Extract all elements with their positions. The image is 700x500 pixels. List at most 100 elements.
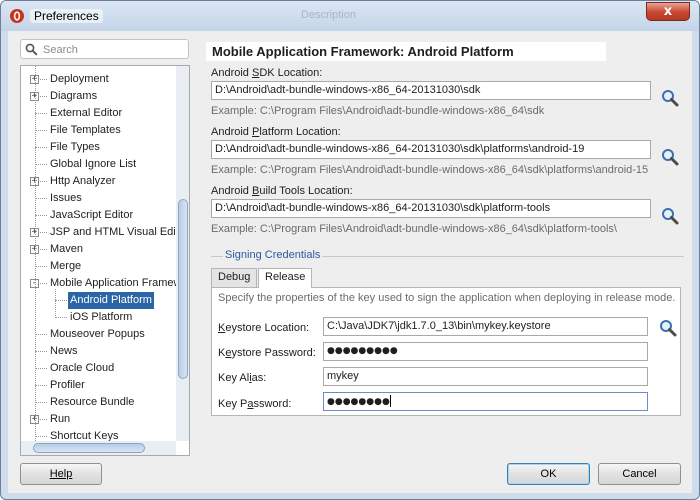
- label-part: uild Tools Location:: [259, 185, 353, 197]
- tree-item[interactable]: + JSP and HTML Visual Editor: [21, 224, 189, 241]
- tree-item[interactable]: + Deployment: [21, 71, 176, 88]
- tree-item[interactable]: + Run: [21, 411, 176, 428]
- release-tab-panel: Specify the properties of the key used t…: [211, 287, 681, 416]
- platform-location-input[interactable]: D:\Android\adt-bundle-windows-x86_64-201…: [211, 140, 651, 159]
- key-alias-label: Key Alias:: [218, 372, 266, 384]
- horizontal-scroll-thumb[interactable]: [33, 443, 145, 453]
- release-description: Specify the properties of the key used t…: [218, 292, 676, 304]
- preferences-tree: + Deployment + Diagrams External Editor File …: [20, 65, 190, 456]
- search-input[interactable]: [43, 42, 183, 57]
- label-part: Android: [211, 67, 252, 79]
- tree-item-label: File Types: [50, 141, 100, 153]
- tree-item[interactable]: + Diagrams: [21, 88, 176, 105]
- tree-item-label: JSP and HTML Visual Editor: [50, 226, 189, 238]
- tree-item-label: Diagrams: [50, 90, 98, 102]
- label-part: Key Al: [218, 372, 250, 384]
- tree-item[interactable]: Global Ignore List: [21, 156, 176, 173]
- sdk-example-text: Example: C:\Program Files\Android\adt-bu…: [211, 105, 545, 117]
- keystore-password-label: Keystore Password:: [218, 347, 316, 359]
- search-box[interactable]: [20, 39, 189, 59]
- tab-release[interactable]: Release: [258, 268, 313, 288]
- tree-item[interactable]: News: [21, 343, 176, 360]
- tree-item[interactable]: - Mobile Application Framework: [21, 275, 189, 292]
- tree-connector: [55, 317, 67, 318]
- tree-item[interactable]: iOS Platform: [21, 309, 176, 326]
- page-title: Mobile Application Framework: Android Pl…: [206, 42, 606, 61]
- tree-item-label: Mouseover Popups: [50, 328, 145, 340]
- keystore-password-input[interactable]: ●●●●●●●●●: [323, 342, 648, 361]
- label-part: ssword:: [253, 398, 292, 410]
- ok-button[interactable]: OK: [507, 463, 590, 485]
- tab-debug[interactable]: Debug: [211, 268, 258, 287]
- tree-connector: [35, 351, 47, 352]
- title-bar: Preferences Description x: [1, 1, 699, 31]
- tree-horizontal-scrollbar[interactable]: [21, 441, 176, 455]
- preferences-window: Preferences Description x +Deployment+Di…: [0, 0, 700, 500]
- tree-item-label: Run: [50, 413, 71, 425]
- window-title: Preferences: [30, 9, 103, 23]
- label-part: eystore Location:: [225, 322, 310, 334]
- signing-credentials-label: Signing Credentials: [223, 249, 323, 261]
- tree-item[interactable]: Oracle Cloud: [21, 360, 176, 377]
- build-tools-location-label: Android Build Tools Location:: [211, 185, 353, 197]
- build-tools-example-text: Example: C:\Program Files\Android\adt-bu…: [211, 223, 617, 235]
- tree-connector: [35, 147, 47, 148]
- tree-item[interactable]: Merge: [21, 258, 176, 275]
- tree-connector: [55, 300, 67, 301]
- key-password-input[interactable]: ●●●●●●●●: [323, 392, 648, 411]
- label-part: Key P: [218, 398, 248, 410]
- tree-item[interactable]: + Maven: [21, 241, 176, 258]
- keystore-browse-icon[interactable]: [658, 318, 678, 338]
- build-tools-browse-icon[interactable]: [660, 206, 680, 226]
- tree-child-line: [55, 289, 56, 318]
- help-button-label: Help: [49, 468, 73, 480]
- tree-item[interactable]: File Templates: [21, 122, 176, 139]
- tree-item-label: Http Analyzer: [50, 175, 116, 187]
- help-button[interactable]: Help: [20, 463, 102, 485]
- key-password-label: Key Password:: [218, 398, 291, 410]
- cancel-button[interactable]: Cancel: [598, 463, 681, 485]
- tree-item-label: Android Platform: [68, 292, 154, 309]
- tree-item[interactable]: JavaScript Editor: [21, 207, 176, 224]
- key-password-value: ●●●●●●●●: [327, 397, 390, 407]
- tree-connector: [35, 164, 47, 165]
- sdk-location-input[interactable]: D:\Android\adt-bundle-windows-x86_64-201…: [211, 81, 651, 100]
- tree-item-label: Merge: [50, 260, 82, 272]
- keystore-location-input[interactable]: C:\Java\JDK7\jdk1.7.0_13\bin\mykey.keyst…: [323, 317, 648, 336]
- tree-vertical-scrollbar[interactable]: [176, 66, 189, 441]
- label-part: DK Location:: [259, 67, 323, 79]
- sdk-location-label: Android SDK Location:: [211, 67, 322, 79]
- tree-item[interactable]: File Types: [21, 139, 176, 156]
- close-button[interactable]: x: [646, 2, 690, 21]
- sdk-browse-icon[interactable]: [660, 88, 680, 108]
- tree-item[interactable]: + Http Analyzer: [21, 173, 176, 190]
- tree-item-label: Maven: [50, 243, 84, 255]
- tree-item[interactable]: Mouseover Popups: [21, 326, 176, 343]
- tree-item-label: JavaScript Editor: [50, 209, 134, 221]
- tree-connector: [35, 436, 47, 437]
- key-alias-input[interactable]: mykey: [323, 367, 648, 386]
- platform-location-label: Android Platform Location:: [211, 126, 341, 138]
- platform-browse-icon[interactable]: [660, 147, 680, 167]
- tree-item[interactable]: Android Platform: [21, 292, 176, 309]
- tree-item[interactable]: External Editor: [21, 105, 176, 122]
- tree-item[interactable]: Resource Bundle: [21, 394, 176, 411]
- tree-item[interactable]: Profiler: [21, 377, 176, 394]
- tree-item[interactable]: Issues: [21, 190, 176, 207]
- label-part: Android: [211, 185, 252, 197]
- background-ghost-text: Description: [301, 9, 357, 21]
- tree-connector: [35, 130, 47, 131]
- tree-connector: [35, 402, 47, 403]
- vertical-scroll-thumb[interactable]: [178, 199, 188, 379]
- tree-item-label: Issues: [50, 192, 82, 204]
- close-icon: x: [663, 4, 673, 19]
- tree-connector: [35, 215, 47, 216]
- tree-item-label: File Templates: [50, 124, 121, 136]
- tree-item-label: iOS Platform: [70, 311, 133, 323]
- label-part: as:: [251, 372, 267, 384]
- search-icon: [25, 43, 38, 56]
- tree-item-label: External Editor: [50, 107, 123, 119]
- app-icon: [10, 9, 24, 23]
- tree-item-label: Profiler: [50, 379, 85, 391]
- build-tools-location-input[interactable]: D:\Android\adt-bundle-windows-x86_64-201…: [211, 199, 651, 218]
